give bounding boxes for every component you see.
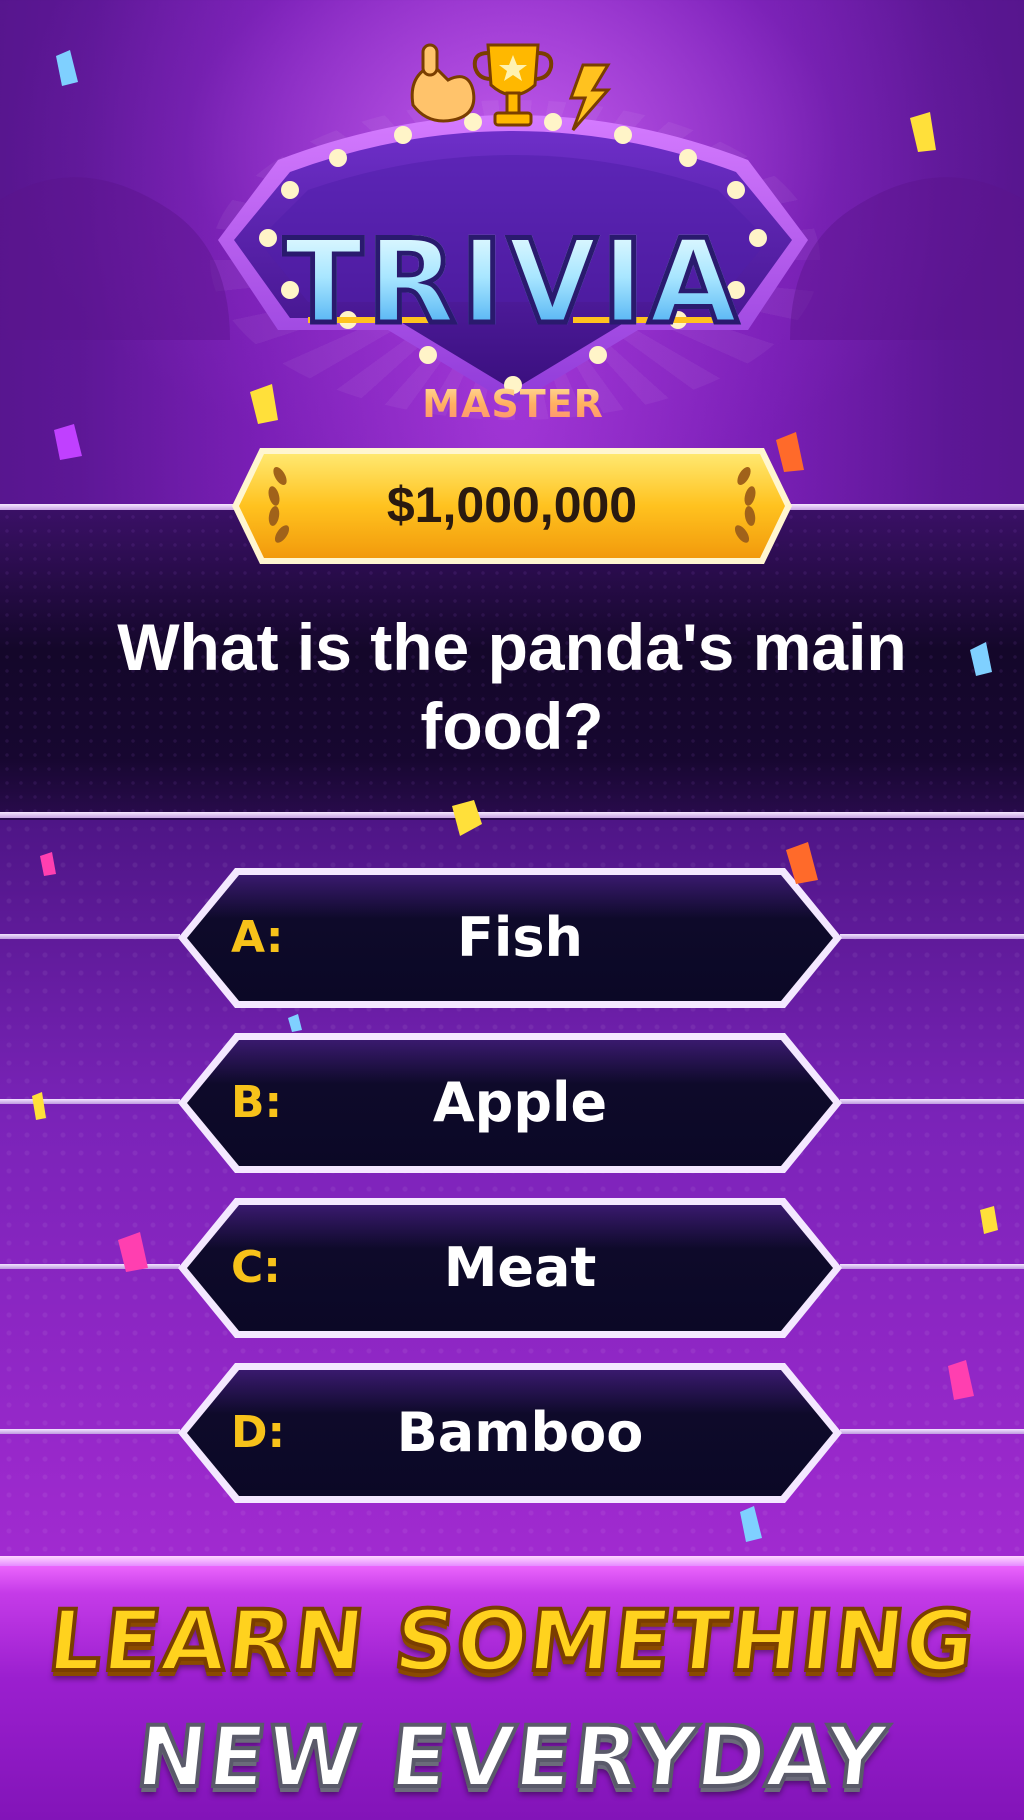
confetti-piece (910, 112, 936, 152)
confetti-piece (54, 424, 82, 460)
confetti-piece (118, 1232, 148, 1272)
confetti-piece (40, 852, 56, 876)
confetti (32, 50, 998, 1542)
banner-headline: LEARN SOMETHING (42, 1590, 982, 1692)
confetti-piece (452, 800, 482, 836)
banner-subheadline: NEW EVERYDAY (130, 1706, 894, 1808)
confetti-piece (250, 384, 278, 424)
confetti-piece (948, 1360, 974, 1400)
confetti-piece (970, 642, 992, 676)
confetti-piece (56, 50, 78, 86)
confetti-piece (776, 432, 804, 472)
confetti-piece (786, 842, 818, 884)
confetti-piece (32, 1092, 46, 1120)
confetti-piece (980, 1206, 998, 1234)
confetti-piece (740, 1506, 762, 1542)
confetti-piece (288, 1014, 302, 1032)
